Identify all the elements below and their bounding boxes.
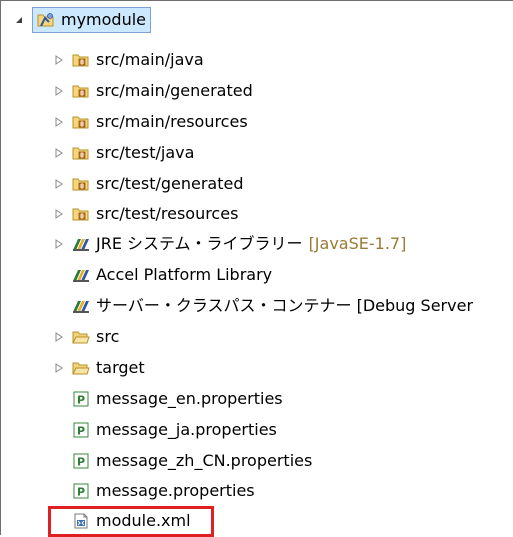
svg-text:P: P (77, 394, 85, 407)
library-icon (72, 297, 90, 315)
tree-item-label: Accel Platform Library (96, 265, 273, 284)
tree-item-src-main-resources[interactable]: src/main/resources (54, 108, 248, 136)
tree-item-label: src/main/java (96, 50, 204, 69)
library-icon (72, 266, 90, 284)
tree-root-selection[interactable]: mymodule (32, 7, 152, 33)
tree-item-label: message_en.properties (96, 389, 283, 408)
source-folder-icon (72, 51, 90, 69)
collapsed-arrow-icon[interactable] (54, 117, 64, 127)
tree-item-message-zh-cn-properties[interactable]: P message_zh_CN.properties (72, 447, 312, 475)
source-folder-icon (72, 175, 90, 193)
tree-item-label: message_zh_CN.properties (96, 451, 313, 470)
tree-item-src-test-resources[interactable]: src/test/resources (54, 200, 238, 228)
tree-item-message-en-properties[interactable]: P message_en.properties (72, 385, 283, 413)
frame-border-top (0, 0, 513, 1)
tree-item-label: JRE システム・ライブラリー (96, 234, 303, 253)
collapsed-arrow-icon[interactable] (54, 55, 64, 65)
tree-root-mymodule[interactable]: mymodule (14, 6, 152, 34)
tree-item-src[interactable]: src (54, 323, 119, 351)
highlight-box (48, 506, 214, 537)
tree-item-label: src/test/java (96, 143, 195, 162)
properties-file-icon: P (72, 421, 90, 439)
collapsed-arrow-icon[interactable] (54, 209, 64, 219)
tree-item-label: target (96, 358, 145, 377)
properties-file-icon: P (72, 390, 90, 408)
tree-item-decoration: [JavaSE-1.7] (308, 234, 407, 253)
tree-item-label: src (96, 327, 120, 346)
tree-item-server-classpath-container[interactable]: サーバー・クラスパス・コンテナー [Debug Server (72, 292, 473, 320)
tree-item-src-test-java[interactable]: src/test/java (54, 139, 194, 167)
collapsed-arrow-icon[interactable] (54, 148, 64, 158)
collapsed-arrow-icon[interactable] (54, 363, 64, 373)
folder-icon (72, 328, 90, 346)
svg-text:P: P (77, 425, 85, 438)
tree-item-label: src/test/resources (96, 204, 239, 223)
library-icon (72, 235, 90, 253)
source-folder-icon (72, 205, 90, 223)
tree-item-label: サーバー・クラスパス・コンテナー [Debug Server (96, 296, 474, 315)
svg-text:P: P (77, 486, 85, 499)
tree-item-label: src/main/generated (96, 81, 253, 100)
source-folder-icon (72, 113, 90, 131)
collapsed-arrow-icon[interactable] (54, 86, 64, 96)
tree-root-label: mymodule (61, 10, 147, 29)
tree-item-accel-platform-library[interactable]: Accel Platform Library (72, 261, 272, 289)
collapsed-arrow-icon[interactable] (54, 332, 64, 342)
frame-border-left (0, 0, 1, 535)
tree-item-message-properties[interactable]: P message.properties (72, 477, 255, 505)
tree-item-target[interactable]: target (54, 354, 145, 382)
source-folder-icon (72, 82, 90, 100)
tree-item-label: src/test/generated (96, 174, 244, 193)
expanded-arrow-icon[interactable] (14, 15, 24, 25)
properties-file-icon: P (72, 452, 90, 470)
source-folder-icon (72, 144, 90, 162)
properties-file-icon: P (72, 482, 90, 500)
package-explorer: { "tree": { "root": { "label": "mymodule… (0, 0, 513, 537)
tree-item-label: message_ja.properties (96, 420, 277, 439)
tree-item-label: message.properties (96, 481, 255, 500)
tree-item-jre-system-library[interactable]: JRE システム・ライブラリー [JavaSE-1.7] (54, 230, 406, 258)
tree-item-src-main-generated[interactable]: src/main/generated (54, 77, 253, 105)
tree-item-message-ja-properties[interactable]: P message_ja.properties (72, 416, 277, 444)
folder-icon (72, 359, 90, 377)
tree-item-src-main-java[interactable]: src/main/java (54, 46, 204, 74)
collapsed-arrow-icon[interactable] (54, 179, 64, 189)
collapsed-arrow-icon[interactable] (54, 239, 64, 249)
project-folder-icon (37, 11, 55, 29)
svg-text:P: P (77, 456, 85, 469)
tree-item-label: src/main/resources (96, 112, 248, 131)
tree-item-src-test-generated[interactable]: src/test/generated (54, 170, 244, 198)
